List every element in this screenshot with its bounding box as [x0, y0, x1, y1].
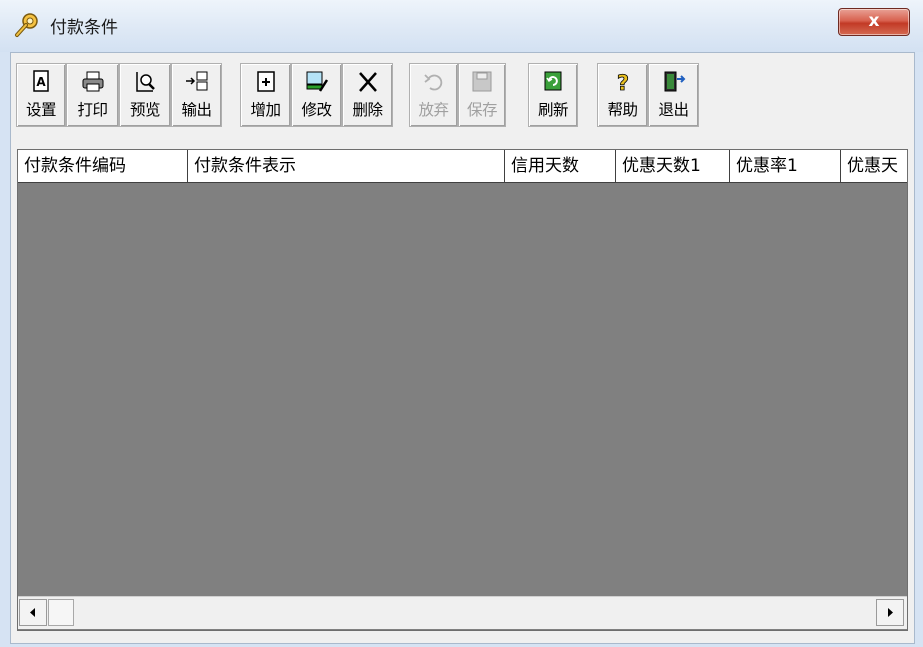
settings-label: 设置	[25, 101, 57, 119]
scroll-right-button[interactable]	[876, 599, 904, 626]
save-button[interactable]: 保存	[458, 63, 506, 127]
toolbar-group-commit: 放弃 保存	[409, 63, 506, 129]
delete-label: 删除	[352, 101, 383, 119]
grid-body[interactable]	[18, 183, 907, 596]
wrench-icon	[15, 13, 38, 37]
close-button[interactable]: x	[838, 8, 910, 36]
column-header-discount-days-2[interactable]: 优惠天	[841, 150, 907, 182]
column-header-discount-days-1[interactable]: 优惠天数1	[616, 150, 730, 182]
print-label: 打印	[77, 101, 108, 119]
add-document-icon	[256, 71, 275, 92]
toolbar-group-refresh: 刷新	[528, 63, 578, 129]
edit-button[interactable]: 修改	[291, 63, 342, 127]
delete-x-icon	[358, 72, 377, 92]
add-button[interactable]: 增加	[240, 63, 291, 127]
refresh-icon	[544, 71, 562, 91]
toolbar: A 设置 打印 预览 输出 增加 修改 删除 放弃 保存 刷新 ? 帮助 退出	[11, 53, 914, 141]
toolbar-group-output: A 设置 打印 预览 输出	[16, 63, 222, 129]
preview-label: 预览	[129, 101, 161, 119]
exit-door-icon	[664, 71, 685, 92]
print-button[interactable]: 打印	[66, 63, 119, 127]
exit-button[interactable]: 退出	[648, 63, 699, 127]
help-question-icon: ?	[616, 71, 629, 94]
toolbar-group-help: ? 帮助 退出	[597, 63, 699, 129]
preview-button[interactable]: 预览	[119, 63, 171, 127]
discard-label: 放弃	[418, 101, 449, 119]
page-settings-icon: A	[33, 70, 49, 92]
close-icon: x	[868, 11, 880, 31]
column-header-code[interactable]: 付款条件编码	[18, 150, 188, 182]
column-header-credit-days[interactable]: 信用天数	[505, 150, 616, 182]
printer-icon	[82, 71, 103, 92]
settings-button[interactable]: A 设置	[16, 63, 66, 127]
column-header-description[interactable]: 付款条件表示	[188, 150, 505, 182]
save-label: 保存	[466, 101, 498, 119]
export-label: 输出	[181, 101, 212, 119]
refresh-button[interactable]: 刷新	[528, 63, 578, 127]
refresh-label: 刷新	[537, 101, 569, 119]
title-bar[interactable]: 付款条件 x	[0, 0, 923, 52]
data-grid[interactable]: 付款条件编码 付款条件表示 信用天数 优惠天数1 优惠率1 优惠天	[17, 149, 908, 631]
arrow-right-icon	[888, 608, 893, 617]
help-label: 帮助	[607, 101, 638, 119]
scroll-left-button[interactable]	[19, 599, 47, 626]
export-icon	[185, 71, 207, 91]
undo-icon	[423, 74, 442, 91]
arrow-left-icon	[30, 608, 35, 617]
export-button[interactable]: 输出	[171, 63, 222, 127]
svg-text:A: A	[36, 75, 46, 89]
window: 付款条件 x A 设置 打印 预览 输出 增加 修改 删除 放弃 保存 刷新 ?…	[0, 0, 923, 647]
svg-text:?: ?	[616, 71, 628, 94]
delete-button[interactable]: 删除	[342, 63, 393, 127]
print-preview-icon	[136, 72, 155, 92]
toolbar-group-edit: 增加 修改 删除	[240, 63, 393, 129]
discard-button[interactable]: 放弃	[409, 63, 458, 127]
horizontal-scrollbar[interactable]	[18, 596, 907, 629]
edit-label: 修改	[301, 101, 332, 119]
grid-header: 付款条件编码 付款条件表示 信用天数 优惠天数1 优惠率1 优惠天	[18, 150, 907, 183]
help-button[interactable]: ? 帮助	[597, 63, 648, 127]
scroll-thumb[interactable]	[48, 599, 74, 626]
window-title: 付款条件	[50, 18, 118, 38]
add-label: 增加	[250, 101, 281, 119]
column-header-discount-rate-1[interactable]: 优惠率1	[730, 150, 841, 182]
edit-icon	[306, 71, 328, 92]
exit-label: 退出	[658, 101, 689, 119]
floppy-disk-icon	[472, 71, 492, 92]
client-area: A 设置 打印 预览 输出 增加 修改 删除 放弃 保存 刷新 ? 帮助 退出 …	[10, 52, 915, 644]
